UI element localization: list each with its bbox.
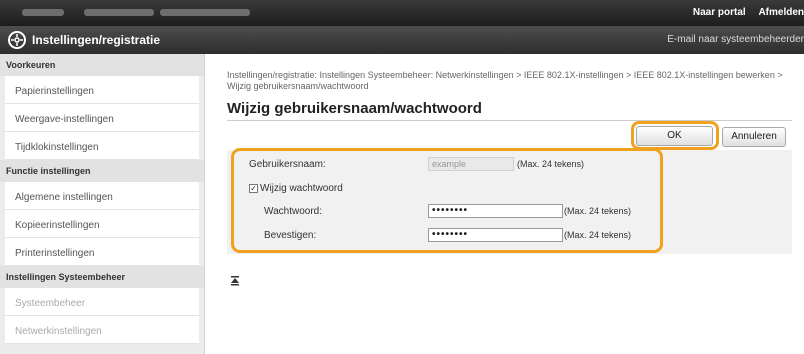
sidebar-item-network[interactable]: Netwerkinstellingen — [5, 316, 199, 344]
sidebar-item-copy[interactable]: Kopieerinstellingen — [5, 210, 199, 238]
sidebar-item-system-management[interactable]: Systeembeheer — [5, 288, 199, 316]
blurred-text — [160, 9, 250, 16]
mail-admin-link[interactable]: E-mail naar systeembeheerder — [667, 34, 804, 45]
sidebar-section-preferences: Voorkeuren — [0, 54, 204, 76]
sidebar-section-functions: Functie instellingen — [0, 160, 204, 182]
blurred-text — [84, 9, 154, 16]
sidebar-item-paper[interactable]: Papierinstellingen — [5, 76, 199, 104]
top-links: Naar portal Afmelden — [683, 7, 804, 18]
arrow-up-to-top-icon[interactable] — [231, 276, 239, 286]
form-highlight — [231, 148, 663, 253]
portal-link[interactable]: Naar portal — [693, 7, 746, 18]
main-content: Instellingen/registratie: Instellingen S… — [205, 54, 804, 354]
logout-link[interactable]: Afmelden — [758, 7, 804, 18]
blurred-text — [22, 9, 64, 16]
sidebar-item-display[interactable]: Weergave-instellingen — [5, 104, 199, 132]
app-title: Instellingen/registratie — [32, 33, 161, 47]
sidebar-section-system: Instellingen Systeembeheer — [0, 266, 204, 288]
title-bar: Instellingen/registratie E-mail naar sys… — [0, 26, 804, 54]
gear-icon — [8, 31, 26, 49]
ok-highlight — [631, 121, 719, 150]
sidebar-item-general[interactable]: Algemene instellingen — [5, 182, 199, 210]
breadcrumb: Instellingen/registratie: Instellingen S… — [227, 70, 783, 91]
sidebar-item-printer[interactable]: Printerinstellingen — [5, 238, 199, 266]
cancel-button[interactable]: Annuleren — [722, 127, 786, 147]
page-title: Wijzig gebruikersnaam/wachtwoord — [227, 100, 482, 117]
top-bar: Naar portal Afmelden — [0, 0, 804, 26]
sidebar: Voorkeuren Papierinstellingen Weergave-i… — [0, 54, 205, 354]
sidebar-item-timer[interactable]: Tijdklokinstellingen — [5, 132, 199, 160]
